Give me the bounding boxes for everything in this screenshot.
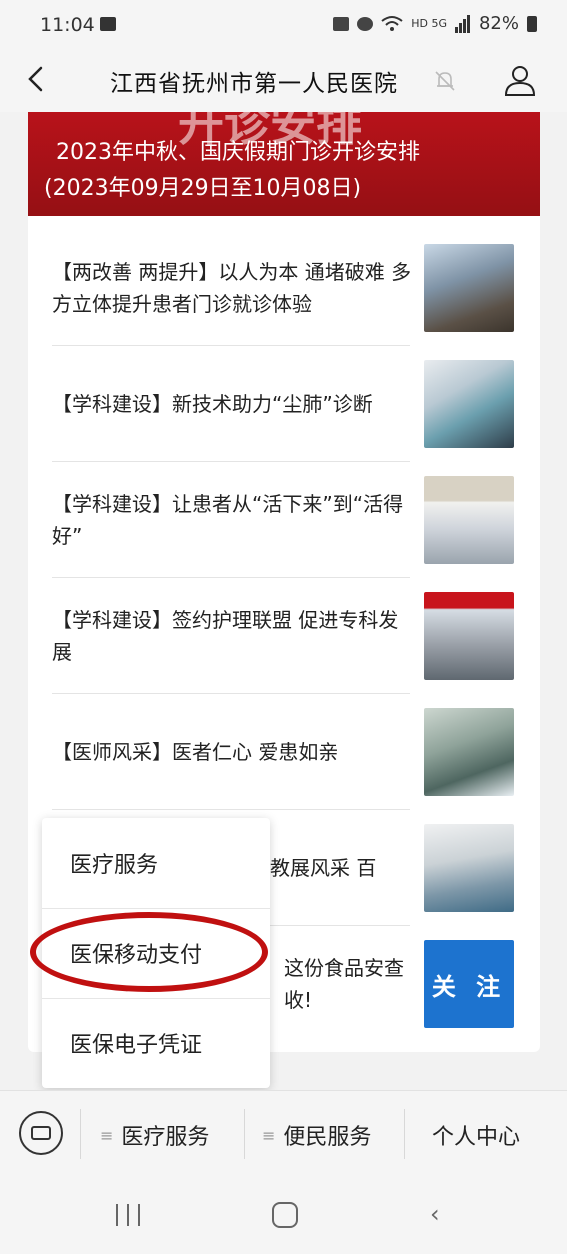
news-title: 【学科建设】签约护理联盟 促进专科发展	[52, 608, 399, 664]
news-thumbnail	[424, 360, 514, 448]
network-label: HD 5G	[411, 17, 447, 30]
message-icon	[333, 16, 350, 31]
menu-tab-label: 个人中心	[432, 1125, 521, 1150]
holiday-banner[interactable]: 开诊安排 2023年中秋、国庆假期门诊开诊安排 (2023年09月29日至10月…	[28, 112, 540, 216]
gallery-icon	[100, 17, 116, 31]
alarm-icon	[357, 16, 374, 31]
banner-title: 2023年中秋、国庆假期门诊开诊安排	[56, 140, 420, 165]
banner-date-range: (2023年09月29日至10月08日)	[44, 176, 362, 201]
news-thumbnail	[424, 592, 514, 680]
news-title: 【医师风采】医者仁心 爱患如亲	[52, 740, 339, 764]
app-header: 江西省抚州市第一人民医院	[0, 50, 567, 112]
news-item[interactable]: 【医师风采】医者仁心 爱患如亲	[28, 694, 540, 810]
news-title: 【学科建设】让患者从“活下来”到“活得好”	[52, 492, 404, 548]
divider	[80, 1109, 81, 1159]
nav-back-icon[interactable]: ‹	[430, 1200, 440, 1228]
divider	[244, 1109, 245, 1159]
bottom-menu-bar: ≡ 医疗服务 ≡ 便民服务 个人中心	[0, 1090, 567, 1176]
menu-tab-medical-service[interactable]: ≡ 医疗服务	[100, 1119, 209, 1151]
recent-apps-icon[interactable]	[116, 1204, 140, 1226]
news-item[interactable]: 【学科建设】签约护理联盟 促进专科发展	[28, 578, 540, 694]
highlight-annotation	[30, 912, 268, 992]
news-title: 【学科建设】新技术助力“尘肺”诊断	[52, 392, 373, 416]
menu-tab-personal-center[interactable]: 个人中心	[432, 1119, 520, 1151]
profile-icon[interactable]	[502, 62, 538, 98]
keyboard-toggle-icon[interactable]	[19, 1111, 63, 1155]
list-icon: ≡	[100, 1125, 114, 1145]
news-thumbnail	[424, 476, 514, 564]
system-nav-bar: ‹	[0, 1176, 567, 1254]
news-title: 【两改善 两提升】以人为本 通堵破难 多方立体提升患者门诊就诊体验	[52, 260, 412, 316]
mute-bell-icon	[435, 71, 455, 91]
status-icons: HD 5G 82%	[333, 13, 537, 34]
battery-icon	[527, 15, 537, 32]
status-time: 11:04	[40, 14, 95, 36]
follow-thumbnail: 关 注	[424, 940, 514, 1028]
news-thumbnail	[424, 708, 514, 796]
news-thumbnail	[424, 244, 514, 332]
news-item[interactable]: 【学科建设】新技术助力“尘肺”诊断	[28, 346, 540, 462]
divider	[404, 1109, 405, 1159]
back-arrow-icon[interactable]	[22, 64, 52, 94]
submenu-item-medical-service[interactable]: 医疗服务	[42, 818, 270, 908]
menu-tab-convenience-service[interactable]: ≡ 便民服务	[262, 1119, 371, 1151]
news-thumbnail	[424, 824, 514, 912]
signal-icon	[454, 14, 470, 33]
submenu-item-insurance-certificate[interactable]: 医保电子凭证	[42, 998, 270, 1088]
news-item[interactable]: 【学科建设】让患者从“活下来”到“活得好”	[28, 462, 540, 578]
status-bar: 11:04 HD 5G 82%	[0, 0, 567, 50]
list-icon: ≡	[262, 1125, 276, 1145]
menu-tab-label: 医疗服务	[121, 1125, 210, 1150]
page-title: 江西省抚州市第一人民医院	[110, 71, 398, 97]
home-icon[interactable]	[272, 1202, 298, 1228]
news-item[interactable]: 【两改善 两提升】以人为本 通堵破难 多方立体提升患者门诊就诊体验	[28, 230, 540, 346]
battery-percent: 82%	[478, 13, 519, 34]
menu-tab-label: 便民服务	[283, 1125, 372, 1150]
wifi-icon	[381, 15, 403, 31]
